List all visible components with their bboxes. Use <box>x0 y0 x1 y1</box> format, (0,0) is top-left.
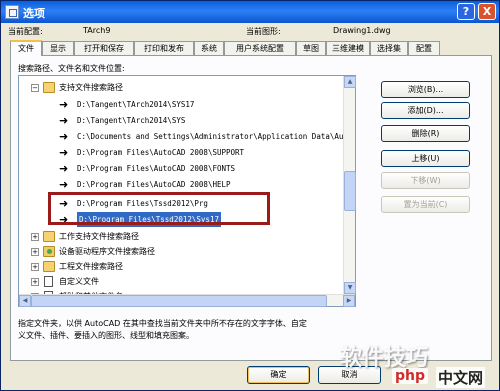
tree-path-row[interactable]: ➜ D:\Program Files\AutoCAD 2008\HELP <box>19 177 339 192</box>
scroll-left-icon[interactable]: ◀ <box>19 295 31 307</box>
path-text: D:\Tangent\TArch2014\SYS17 <box>77 100 195 109</box>
tree-path-row-selected[interactable]: ➜ D:\Program Files\Tssd2012\Sys17 <box>19 212 339 227</box>
tree-path-row[interactable]: ➜ D:\Program Files\AutoCAD 2008\FONTS <box>19 161 339 176</box>
current-config-label: 当前配置: <box>8 27 43 36</box>
tree-node-label: 工程文件搜索路径 <box>59 262 123 271</box>
watermark-logo: php <box>392 368 429 384</box>
scroll-thumb[interactable] <box>344 171 356 211</box>
path-text: D:\Program Files\AutoCAD 2008\SUPPORT <box>77 148 245 157</box>
tree-path-row[interactable]: ➜ D:\Program Files\Tssd2012\Prg <box>19 196 339 211</box>
title-bar[interactable]: 选项 ? X <box>1 1 499 23</box>
path-arrow-icon: ➜ <box>59 197 69 210</box>
tab-open-save[interactable]: 打开和保存 <box>74 41 134 55</box>
tree-path-row[interactable]: ➜ D:\Tangent\TArch2014\SYS <box>19 113 339 128</box>
path-text: D:\Program Files\Tssd2012\Prg <box>77 199 208 208</box>
path-text: D:\Program Files\AutoCAD 2008\FONTS <box>77 164 236 173</box>
tree-node-support-paths[interactable]: − 支持文件搜索路径 <box>19 80 339 95</box>
tab-display[interactable]: 显示 <box>42 41 74 55</box>
path-text: D:\Program Files\Tssd2012\Sys17 <box>77 212 221 227</box>
scroll-right-icon[interactable]: ▶ <box>343 295 355 307</box>
path-arrow-icon: ➜ <box>59 213 69 226</box>
close-button[interactable]: X <box>478 3 496 20</box>
current-config-value: TArch9 <box>83 26 111 35</box>
folder-icon <box>43 261 55 272</box>
add-button[interactable]: 添加(D)... <box>381 102 470 119</box>
tab-drafting[interactable]: 草图 <box>296 41 326 55</box>
path-arrow-icon: ➜ <box>59 98 69 111</box>
path-arrow-icon: ➜ <box>59 130 69 143</box>
scroll-thumb[interactable] <box>31 295 327 307</box>
expand-icon[interactable]: + <box>31 263 39 271</box>
tab-plot-publish[interactable]: 打印和发布 <box>134 41 194 55</box>
expand-icon[interactable]: + <box>31 248 39 256</box>
tree-node-customization-files[interactable]: + 自定义文件 <box>19 274 339 289</box>
watermark-logo-text: 中文网 <box>436 367 486 388</box>
tree-node-label: 自定义文件 <box>59 277 99 286</box>
path-arrow-icon: ➜ <box>59 178 69 191</box>
path-text: D:\Program Files\AutoCAD 2008\HELP <box>77 180 231 189</box>
path-text: C:\Documents and Settings\Administrator\… <box>77 132 344 141</box>
search-paths-label: 搜索路径、文件名和文件位置: <box>18 64 125 73</box>
scroll-up-icon[interactable]: ▲ <box>344 76 356 88</box>
tab-strip: 文件 显示 打开和保存 打印和发布 系统 用户系统配置 草图 三维建模 选择集 … <box>10 40 490 56</box>
tab-profiles[interactable]: 配置 <box>408 41 440 55</box>
tab-files[interactable]: 文件 <box>10 40 42 56</box>
move-up-button[interactable]: 上移(U) <box>381 150 470 167</box>
folder-icon <box>43 82 55 93</box>
path-text: D:\Tangent\TArch2014\SYS <box>77 116 186 125</box>
tree-path-row[interactable]: ➜ D:\Tangent\TArch2014\SYS17 <box>19 97 339 112</box>
tab-user-preferences[interactable]: 用户系统配置 <box>224 41 296 55</box>
horizontal-scrollbar[interactable]: ◀ ▶ <box>19 294 355 307</box>
move-down-button[interactable]: 下移(W) <box>381 172 470 189</box>
set-current-button[interactable]: 置为当前(C) <box>381 196 470 213</box>
window-icon <box>5 5 19 19</box>
path-arrow-icon: ➜ <box>59 114 69 127</box>
vertical-scrollbar[interactable]: ▲ ▼ <box>343 76 356 294</box>
collapse-icon[interactable]: − <box>31 84 39 92</box>
tree-node-label: 工作支持文件搜索路径 <box>59 232 139 241</box>
path-arrow-icon: ➜ <box>59 162 69 175</box>
browse-button[interactable]: 浏览(B)... <box>381 81 470 98</box>
scroll-down-icon[interactable]: ▼ <box>344 282 356 294</box>
tree-path-row[interactable]: ➜ D:\Program Files\AutoCAD 2008\SUPPORT <box>19 145 339 160</box>
tab-system[interactable]: 系统 <box>194 41 224 55</box>
device-folder-icon <box>43 246 55 257</box>
search-path-tree[interactable]: − 支持文件搜索路径 ➜ D:\Tangent\TArch2014\SYS17 … <box>18 75 356 307</box>
tree-node-driver-paths[interactable]: + 设备驱动程序文件搜索路径 <box>19 244 339 259</box>
tree-node-label: 设备驱动程序文件搜索路径 <box>59 247 155 256</box>
ok-button[interactable]: 确定 <box>247 366 310 384</box>
tab-selection[interactable]: 选择集 <box>370 41 408 55</box>
expand-icon[interactable]: + <box>31 278 39 286</box>
tree-node-working-support[interactable]: + 工作支持文件搜索路径 <box>19 229 339 244</box>
window-title: 选项 <box>23 7 45 20</box>
tree-path-row[interactable]: ➜ C:\Documents and Settings\Administrato… <box>19 129 343 144</box>
expand-icon[interactable]: + <box>31 233 39 241</box>
path-arrow-icon: ➜ <box>59 146 69 159</box>
folder-icon <box>43 231 55 242</box>
tab-3d-modeling[interactable]: 三维建模 <box>326 41 370 55</box>
help-button[interactable]: ? <box>457 3 475 20</box>
tree-node-label: 支持文件搜索路径 <box>59 83 123 92</box>
current-drawing-label: 当前图形: <box>246 27 281 36</box>
file-icon <box>44 276 53 287</box>
current-drawing-value: Drawing1.dwg <box>333 26 391 35</box>
remove-button[interactable]: 删除(R) <box>381 125 470 142</box>
description-line: 指定文件夹，以供 AutoCAD 在其中查找当前文件夹中所不存在的文字字体、自定 <box>18 319 307 328</box>
profile-bar: 当前配置: TArch9 当前图形: Drawing1.dwg <box>8 26 492 38</box>
tree-node-project-paths[interactable]: + 工程文件搜索路径 <box>19 259 339 274</box>
